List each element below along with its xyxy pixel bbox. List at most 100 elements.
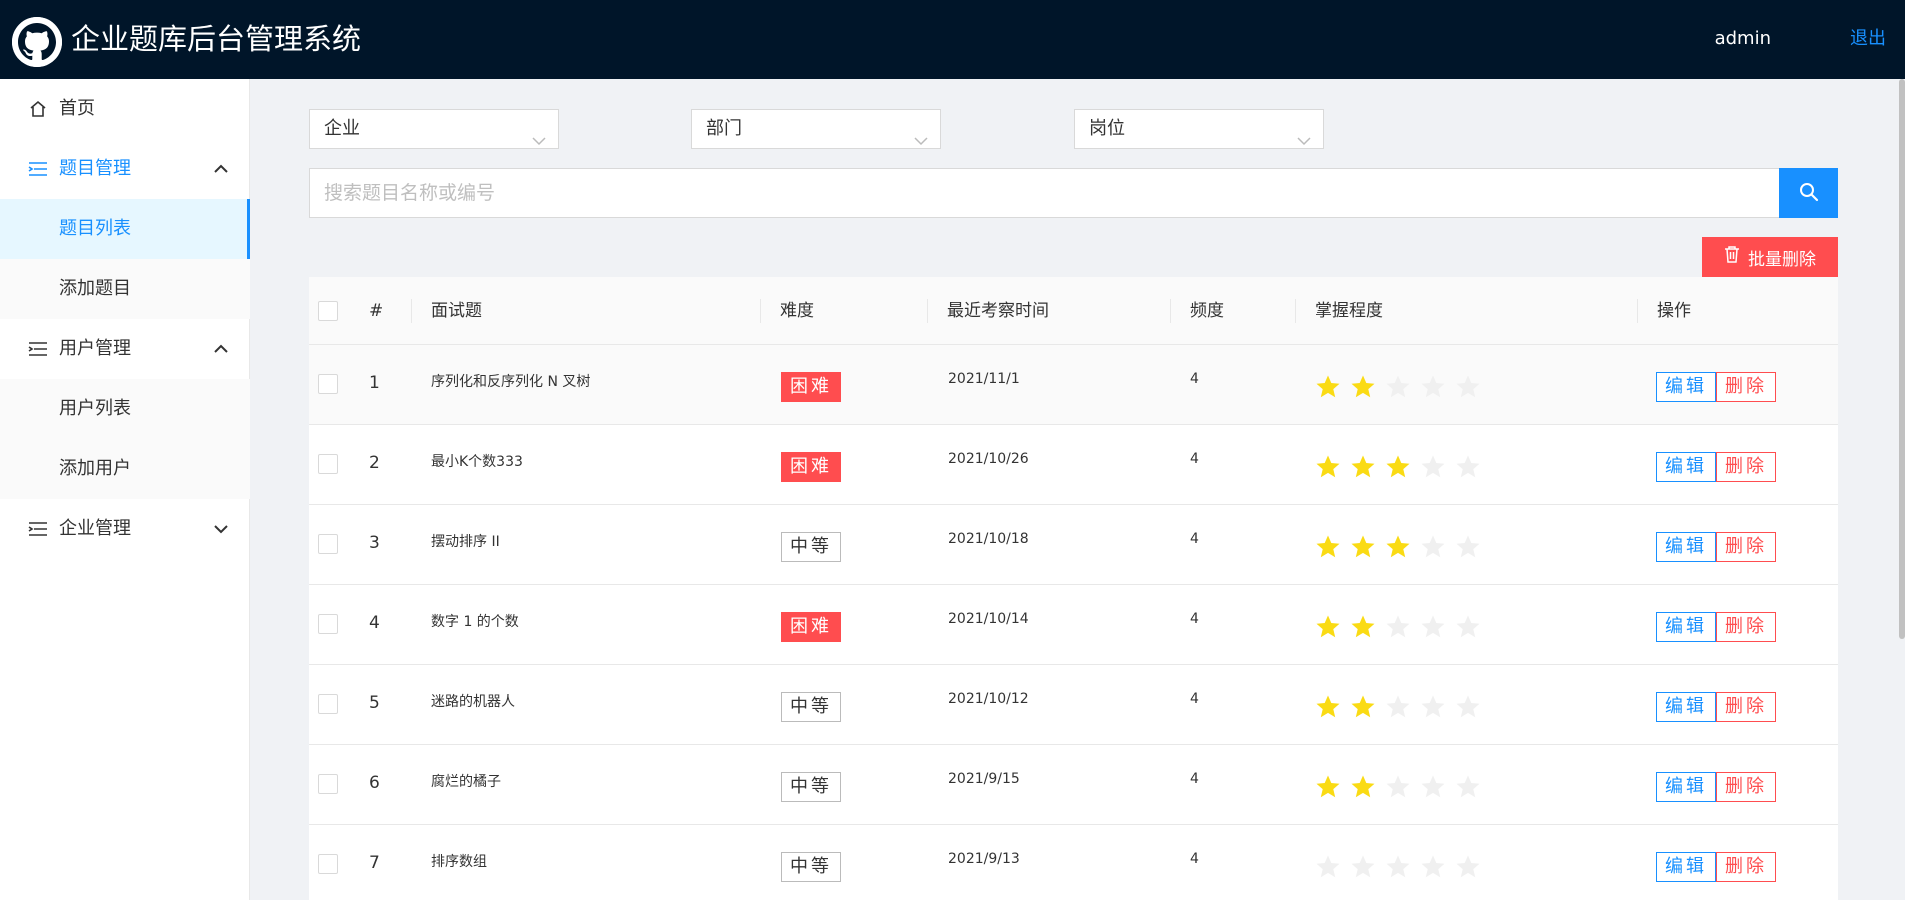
- search-icon: [1799, 182, 1819, 205]
- row-index: 3: [369, 533, 380, 553]
- star-empty-icon[interactable]: [1420, 774, 1446, 800]
- star-filled-icon[interactable]: [1350, 774, 1376, 800]
- edit-button[interactable]: 编辑: [1656, 852, 1716, 882]
- row-checkbox[interactable]: [318, 374, 338, 394]
- delete-button[interactable]: 删除: [1716, 852, 1776, 882]
- search-button[interactable]: [1779, 168, 1838, 218]
- sidebar-item-question-list[interactable]: 题目列表: [0, 199, 250, 259]
- github-icon: [12, 17, 62, 67]
- delete-button[interactable]: 删除: [1716, 452, 1776, 482]
- star-filled-icon[interactable]: [1350, 614, 1376, 640]
- search-input[interactable]: [309, 168, 1779, 218]
- delete-button[interactable]: 删除: [1716, 612, 1776, 642]
- column-divider: [1170, 299, 1171, 323]
- star-empty-icon[interactable]: [1385, 694, 1411, 720]
- delete-button[interactable]: 删除: [1716, 372, 1776, 402]
- row-index: 2: [369, 453, 380, 473]
- trash-icon: [1724, 246, 1740, 268]
- star-empty-icon[interactable]: [1385, 854, 1411, 880]
- edit-button[interactable]: 编辑: [1656, 372, 1716, 402]
- delete-button[interactable]: 删除: [1716, 532, 1776, 562]
- star-filled-icon[interactable]: [1350, 454, 1376, 480]
- star-empty-icon[interactable]: [1455, 534, 1481, 560]
- last-exam-time: 2021/10/18: [948, 531, 1029, 547]
- edit-button[interactable]: 编辑: [1656, 772, 1716, 802]
- star-empty-icon[interactable]: [1315, 854, 1341, 880]
- star-empty-icon[interactable]: [1420, 534, 1446, 560]
- question-name: 最小K个数333: [431, 454, 523, 470]
- star-empty-icon[interactable]: [1420, 454, 1446, 480]
- star-empty-icon[interactable]: [1455, 854, 1481, 880]
- frequency-value: 4: [1190, 451, 1199, 467]
- frequency-value: 4: [1190, 531, 1199, 547]
- delete-button[interactable]: 删除: [1716, 692, 1776, 722]
- sidebar-item-label: 企业管理: [59, 518, 131, 539]
- star-filled-icon[interactable]: [1315, 374, 1341, 400]
- star-filled-icon[interactable]: [1315, 614, 1341, 640]
- edit-button[interactable]: 编辑: [1656, 532, 1716, 562]
- star-empty-icon[interactable]: [1455, 694, 1481, 720]
- row-checkbox[interactable]: [318, 454, 338, 474]
- star-empty-icon[interactable]: [1385, 374, 1411, 400]
- question-name: 迷路的机器人: [431, 694, 515, 710]
- position-select[interactable]: 岗位: [1074, 109, 1324, 149]
- sidebar-item-home[interactable]: 首页: [0, 79, 250, 139]
- sidebar-item-question-mgmt[interactable]: 题目管理: [0, 139, 250, 199]
- row-checkbox[interactable]: [318, 774, 338, 794]
- sidebar-item-add-question[interactable]: 添加题目: [0, 259, 250, 319]
- logout-link[interactable]: 退出: [1850, 28, 1886, 50]
- row-checkbox[interactable]: [318, 694, 338, 714]
- star-filled-icon[interactable]: [1315, 454, 1341, 480]
- row-checkbox[interactable]: [318, 534, 338, 554]
- star-empty-icon[interactable]: [1385, 614, 1411, 640]
- sidebar-item-label: 添加题目: [59, 278, 131, 299]
- chevron-up-icon: [214, 319, 228, 379]
- row-checkbox[interactable]: [318, 854, 338, 874]
- sidebar-item-user-mgmt[interactable]: 用户管理: [0, 319, 250, 379]
- star-empty-icon[interactable]: [1350, 854, 1376, 880]
- star-filled-icon[interactable]: [1315, 694, 1341, 720]
- star-filled-icon[interactable]: [1385, 454, 1411, 480]
- star-empty-icon[interactable]: [1455, 454, 1481, 480]
- row-checkbox[interactable]: [318, 614, 338, 634]
- sidebar-item-add-user[interactable]: 添加用户: [0, 439, 250, 499]
- star-filled-icon[interactable]: [1350, 374, 1376, 400]
- sidebar-item-user-list[interactable]: 用户列表: [0, 379, 250, 439]
- star-filled-icon[interactable]: [1350, 694, 1376, 720]
- star-empty-icon[interactable]: [1420, 614, 1446, 640]
- star-filled-icon[interactable]: [1315, 534, 1341, 560]
- star-empty-icon[interactable]: [1385, 774, 1411, 800]
- table-row: 7 排序数组 中等 2021/9/13 4 编辑 删除: [309, 825, 1838, 900]
- star-empty-icon[interactable]: [1420, 854, 1446, 880]
- star-empty-icon[interactable]: [1455, 374, 1481, 400]
- sidebar-item-label: 添加用户: [59, 458, 131, 479]
- batch-delete-button[interactable]: 批量删除: [1702, 237, 1838, 277]
- list-icon: [28, 499, 48, 559]
- app-title: 企业题库后台管理系统: [71, 22, 362, 56]
- select-all-checkbox[interactable]: [318, 301, 338, 321]
- star-empty-icon[interactable]: [1455, 774, 1481, 800]
- sidebar-item-company-mgmt[interactable]: 企业管理: [0, 499, 250, 559]
- search-bar: [309, 168, 1838, 218]
- scrollbar-thumb[interactable]: [1899, 79, 1905, 639]
- edit-button[interactable]: 编辑: [1656, 612, 1716, 642]
- company-select[interactable]: 企业: [309, 109, 559, 149]
- column-header-difficulty: 难度: [780, 301, 814, 321]
- delete-button[interactable]: 删除: [1716, 772, 1776, 802]
- star-filled-icon[interactable]: [1315, 774, 1341, 800]
- star-filled-icon[interactable]: [1385, 534, 1411, 560]
- star-filled-icon[interactable]: [1350, 534, 1376, 560]
- star-empty-icon[interactable]: [1455, 614, 1481, 640]
- department-select-value: 部门: [706, 118, 742, 139]
- star-empty-icon[interactable]: [1420, 374, 1446, 400]
- last-exam-time: 2021/9/13: [948, 851, 1020, 867]
- edit-button[interactable]: 编辑: [1656, 452, 1716, 482]
- page-scrollbar[interactable]: [1899, 79, 1905, 900]
- column-header-mastery: 掌握程度: [1315, 301, 1383, 321]
- current-user: admin: [1714, 28, 1771, 49]
- table-row: 6 腐烂的橘子 中等 2021/9/15 4 编辑 删除: [309, 745, 1838, 825]
- star-empty-icon[interactable]: [1420, 694, 1446, 720]
- table-row: 2 最小K个数333 困难 2021/10/26 4 编辑 删除: [309, 425, 1838, 505]
- edit-button[interactable]: 编辑: [1656, 692, 1716, 722]
- department-select[interactable]: 部门: [691, 109, 941, 149]
